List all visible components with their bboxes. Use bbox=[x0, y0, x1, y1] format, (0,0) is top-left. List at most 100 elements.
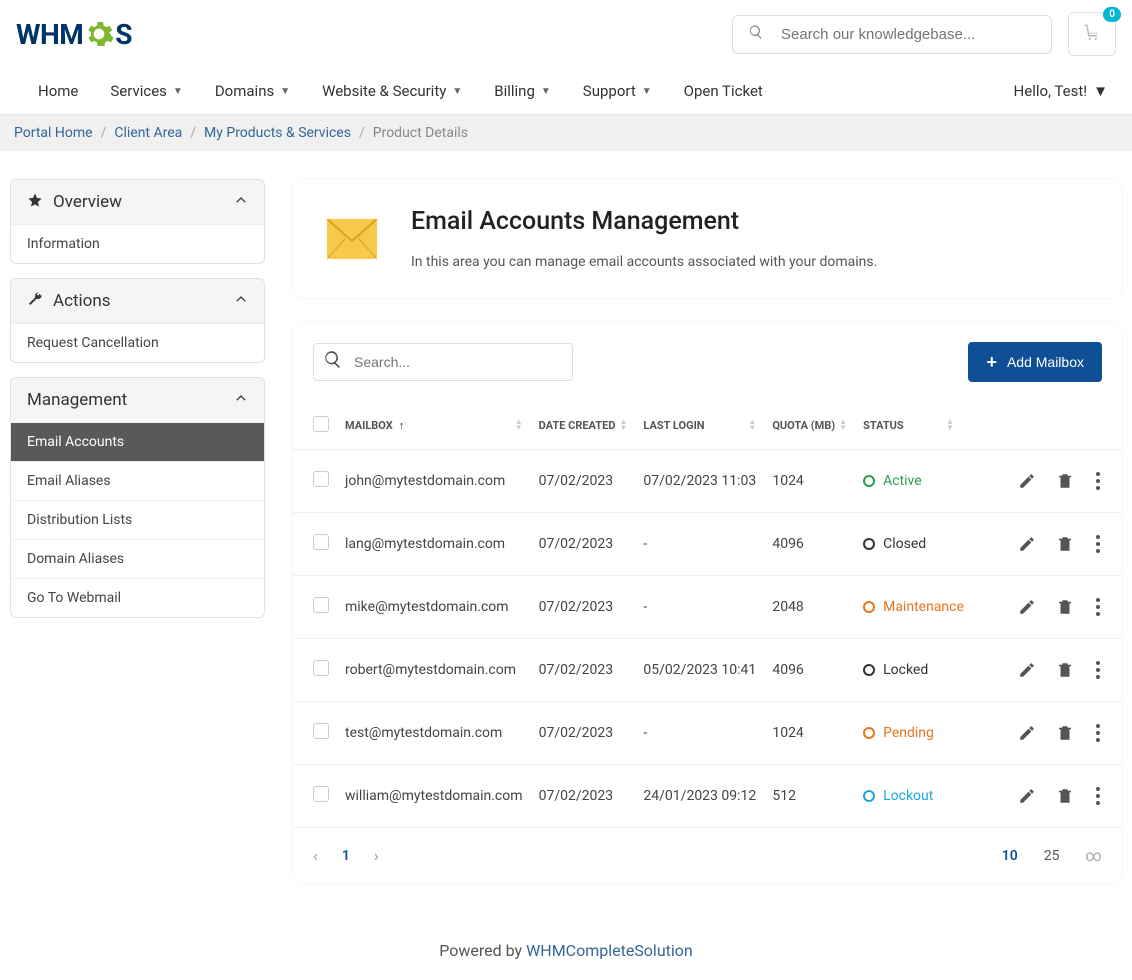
page-current[interactable]: 1 bbox=[342, 848, 350, 864]
more-icon[interactable] bbox=[1094, 594, 1102, 620]
global-search bbox=[732, 15, 1052, 54]
status-ring-icon bbox=[863, 664, 875, 676]
sidebar-item-distribution-lists[interactable]: Distribution Lists bbox=[11, 500, 264, 539]
cell-last_login: 24/01/2023 09:12 bbox=[635, 765, 764, 828]
cell-mailbox: william@mytestdomain.com bbox=[337, 765, 531, 828]
trash-icon[interactable] bbox=[1056, 724, 1074, 742]
cell-date_created: 07/02/2023 bbox=[531, 450, 636, 513]
status-badge: Maintenance bbox=[863, 599, 964, 615]
table-row: lang@mytestdomain.com07/02/2023-4096Clos… bbox=[293, 513, 1122, 576]
row-checkbox[interactable] bbox=[313, 471, 329, 487]
edit-icon[interactable] bbox=[1018, 724, 1036, 742]
cell-mailbox: john@mytestdomain.com bbox=[337, 450, 531, 513]
user-menu[interactable]: Hello, Test! ▼ bbox=[1014, 82, 1108, 100]
trash-icon[interactable] bbox=[1056, 787, 1074, 805]
table-row: john@mytestdomain.com07/02/202307/02/202… bbox=[293, 450, 1122, 513]
logo[interactable]: WHM S bbox=[16, 18, 132, 51]
sidebar-item-email-accounts[interactable]: Email Accounts bbox=[11, 422, 264, 461]
cell-date_created: 07/02/2023 bbox=[531, 513, 636, 576]
trash-icon[interactable] bbox=[1056, 598, 1074, 616]
add-mailbox-button[interactable]: + Add Mailbox bbox=[968, 342, 1102, 382]
page-size-10[interactable]: 10 bbox=[1002, 848, 1018, 864]
nav-billing[interactable]: Billing▼ bbox=[480, 68, 565, 114]
sidebar-item-go-to-webmail[interactable]: Go To Webmail bbox=[11, 578, 264, 617]
table-row: test@mytestdomain.com07/02/2023-1024Pend… bbox=[293, 702, 1122, 765]
caret-down-icon: ▼ bbox=[173, 86, 183, 97]
page-size-all[interactable]: ∞ bbox=[1086, 846, 1102, 865]
breadcrumb-item[interactable]: Client Area bbox=[114, 125, 182, 141]
col-quota[interactable]: Quota (MB)▲▼ bbox=[764, 402, 855, 450]
edit-icon[interactable] bbox=[1018, 535, 1036, 553]
breadcrumb-item[interactable]: Portal Home bbox=[14, 125, 93, 141]
row-checkbox[interactable] bbox=[313, 534, 329, 550]
more-icon[interactable] bbox=[1094, 468, 1102, 494]
trash-icon[interactable] bbox=[1056, 535, 1074, 553]
sidebar-item-request-cancellation[interactable]: Request Cancellation bbox=[11, 323, 264, 362]
status-ring-icon bbox=[863, 790, 875, 802]
edit-icon[interactable] bbox=[1018, 787, 1036, 805]
panel-header-overview[interactable]: Overview bbox=[11, 180, 264, 224]
footer: Powered by WHMCompleteSolution bbox=[0, 911, 1132, 980]
status-badge: Lockout bbox=[863, 788, 964, 804]
panel-header-actions[interactable]: Actions bbox=[11, 279, 264, 323]
edit-icon[interactable] bbox=[1018, 661, 1036, 679]
table-search-input[interactable] bbox=[313, 343, 573, 381]
page-size-25[interactable]: 25 bbox=[1044, 848, 1060, 864]
row-checkbox[interactable] bbox=[313, 597, 329, 613]
edit-icon[interactable] bbox=[1018, 598, 1036, 616]
nav-open-ticket[interactable]: Open Ticket bbox=[670, 68, 777, 114]
col-mailbox[interactable]: Mailbox↑▲▼ bbox=[337, 402, 531, 450]
cell-last_login: 07/02/2023 11:03 bbox=[635, 450, 764, 513]
cell-quota: 512 bbox=[764, 765, 855, 828]
more-icon[interactable] bbox=[1094, 720, 1102, 746]
status-ring-icon bbox=[863, 475, 875, 487]
col-status[interactable]: Status▲▼ bbox=[855, 402, 972, 450]
trash-icon[interactable] bbox=[1056, 661, 1074, 679]
cell-quota: 1024 bbox=[764, 450, 855, 513]
cell-date_created: 07/02/2023 bbox=[531, 639, 636, 702]
status-ring-icon bbox=[863, 538, 875, 550]
logo-text-pre: WHM bbox=[16, 18, 83, 51]
table-row: william@mytestdomain.com07/02/202324/01/… bbox=[293, 765, 1122, 828]
nav-domains[interactable]: Domains▼ bbox=[201, 68, 304, 114]
sidebar-item-email-aliases[interactable]: Email Aliases bbox=[11, 461, 264, 500]
cart-button[interactable]: 0 bbox=[1068, 12, 1116, 56]
plus-icon: + bbox=[986, 353, 997, 371]
row-checkbox[interactable] bbox=[313, 786, 329, 802]
page-next[interactable]: › bbox=[374, 846, 379, 865]
status-badge: Active bbox=[863, 473, 964, 489]
sidebar-item-domain-aliases[interactable]: Domain Aliases bbox=[11, 539, 264, 578]
edit-icon[interactable] bbox=[1018, 472, 1036, 490]
cell-quota: 2048 bbox=[764, 576, 855, 639]
wrench-icon bbox=[27, 291, 43, 311]
gear-icon bbox=[83, 18, 115, 50]
nav-services[interactable]: Services▼ bbox=[96, 68, 196, 114]
select-all-checkbox[interactable] bbox=[313, 416, 329, 432]
row-checkbox[interactable] bbox=[313, 723, 329, 739]
trash-icon[interactable] bbox=[1056, 472, 1074, 490]
cell-quota: 1024 bbox=[764, 702, 855, 765]
more-icon[interactable] bbox=[1094, 657, 1102, 683]
status-badge: Closed bbox=[863, 536, 964, 552]
caret-down-icon: ▼ bbox=[280, 86, 290, 97]
more-icon[interactable] bbox=[1094, 783, 1102, 809]
nav-home[interactable]: Home bbox=[24, 68, 92, 114]
status-badge: Locked bbox=[863, 662, 964, 678]
search-icon bbox=[748, 24, 764, 44]
cell-date_created: 07/02/2023 bbox=[531, 576, 636, 639]
col-last-login[interactable]: Last Login▲▼ bbox=[635, 402, 764, 450]
breadcrumb-item[interactable]: My Products & Services bbox=[204, 125, 351, 141]
sidebar-item-information[interactable]: Information bbox=[11, 224, 264, 263]
page-prev[interactable]: ‹ bbox=[313, 846, 318, 865]
nav-website-security[interactable]: Website & Security▼ bbox=[308, 68, 476, 114]
panel-header-management[interactable]: Management bbox=[11, 378, 264, 422]
footer-link[interactable]: WHMCompleteSolution bbox=[526, 941, 693, 960]
cell-mailbox: test@mytestdomain.com bbox=[337, 702, 531, 765]
table-row: robert@mytestdomain.com07/02/202305/02/2… bbox=[293, 639, 1122, 702]
global-search-input[interactable] bbox=[732, 15, 1052, 54]
row-checkbox[interactable] bbox=[313, 660, 329, 676]
more-icon[interactable] bbox=[1094, 531, 1102, 557]
nav-support[interactable]: Support▼ bbox=[569, 68, 666, 114]
col-date-created[interactable]: Date Created▲▼ bbox=[531, 402, 636, 450]
caret-down-icon: ▼ bbox=[452, 86, 462, 97]
